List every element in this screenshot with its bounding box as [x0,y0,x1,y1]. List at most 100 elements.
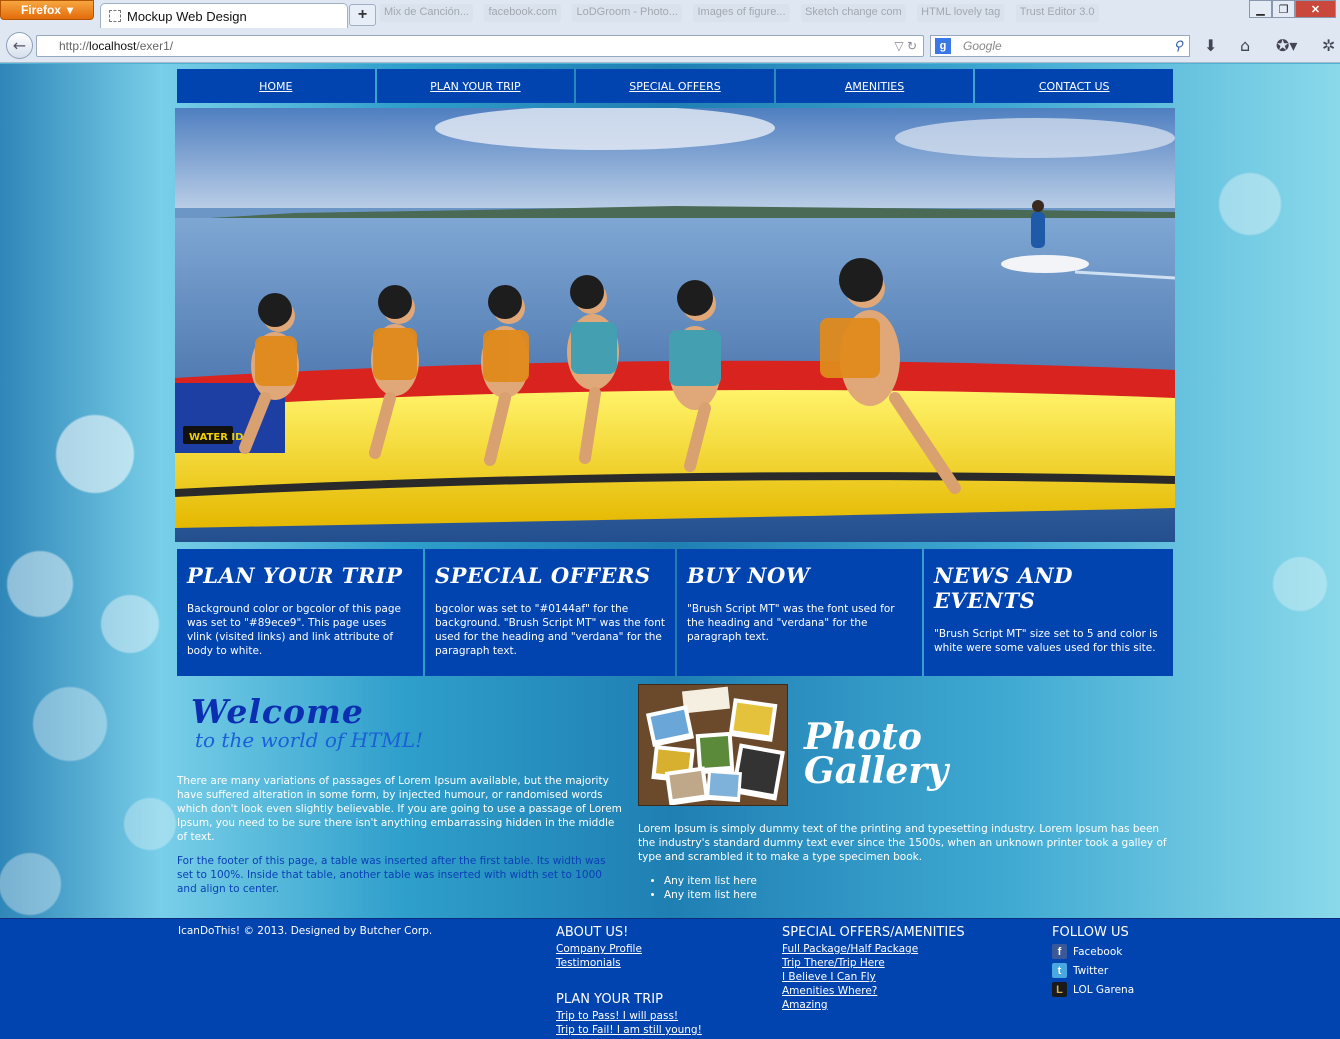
footer-link-trip-to-pass[interactable]: Trip to Pass! I will pass! [556,1009,702,1023]
web-page: HOME PLAN YOUR TRIP SPECIAL OFFERS AMENI… [0,64,1340,1039]
page-favicon-icon [109,10,121,22]
gallery-title-line2: Gallery [804,750,949,792]
gallery-description: Lorem Ipsum is simply dummy text of the … [638,823,1167,863]
background-tab[interactable]: facebook.com [484,4,561,22]
welcome-paragraph: There are many variations of passages of… [177,775,622,843]
background-tab[interactable]: LoDGroom - Photo... [572,4,682,22]
address-bar[interactable]: http://localhost/exer1/ ▽ ↻ [36,35,924,57]
photo-gallery-title: Photo Gallery [804,719,948,789]
box-text: "Brush Script MT" size set to 5 and colo… [934,628,1158,654]
info-boxes: Plan Your Trip Background color or bgcol… [177,549,1173,676]
welcome-heading: Welcome [191,692,364,731]
url-prefix: http:// [59,39,90,53]
social-twitter[interactable]: t Twitter [1052,961,1134,980]
box-title: Plan Your Trip [187,563,403,588]
background-tab[interactable]: Images of figure... [693,4,790,22]
info-box-news-and-events: News and Events "Brush Script MT" size s… [924,549,1173,676]
background-tabs: Mix de Canción... facebook.com LoDGroom … [380,4,1260,24]
url-path: /exer1/ [136,39,174,53]
social-label: Twitter [1073,964,1109,977]
box-text: "Brush Script MT" was the font used for … [687,603,895,643]
footer-heading: FOLLOW US [1052,925,1129,940]
box-title: News and Events [934,563,1073,613]
back-arrow-icon: ← [12,36,27,55]
nav-home[interactable]: HOME [177,69,375,103]
tab-title: Mockup Web Design [127,8,247,24]
footer-link-amazing[interactable]: Amazing [782,998,965,1012]
footer-link-amenities-where[interactable]: Amenities Where? [782,984,965,998]
twitter-icon: t [1052,963,1067,978]
home-icon[interactable]: ⌂ [1240,36,1250,55]
background-tab[interactable]: Sketch change com [801,4,906,22]
footer-note-paragraph: For the footer of this page, a table was… [177,855,606,895]
photo-collage-image [639,685,787,805]
url-tools: ▽ ↻ [894,39,917,53]
info-box-buy-now: Buy Now "Brush Script MT" was the font u… [677,549,922,676]
google-icon[interactable]: g [935,38,951,54]
box-title: Buy Now [687,563,810,588]
background-tab[interactable]: Mix de Canción... [380,4,473,22]
new-tab-button[interactable]: + [349,4,376,26]
footer-heading: ABOUT US! [556,925,629,940]
browser-chrome: Firefox ▾ Mockup Web Design + Mix de Can… [0,0,1340,63]
social-lol-garena[interactable]: L LOL Garena [1052,980,1134,999]
background-tab[interactable]: HTML lovely tag [917,4,1005,22]
top-navigation: HOME PLAN YOUR TRIP SPECIAL OFFERS AMENI… [177,69,1173,103]
box-title: Special Offers [435,563,651,588]
footer-link-trip-there[interactable]: Trip There/Trip Here [782,956,965,970]
firefox-menu-label: Firefox [20,3,61,17]
bookmarks-icon[interactable]: ✪▾ [1276,36,1297,55]
footer-link-full-package[interactable]: Full Package/Half Package [782,942,965,956]
social-label: Facebook [1073,945,1123,958]
info-box-plan-your-trip: Plan Your Trip Background color or bgcol… [177,549,423,676]
footer-heading: SPECIAL OFFERS/AMENITIES [782,925,965,940]
hero-banner-image: WATER ID [175,108,1175,542]
footer-link-i-believe[interactable]: I Believe I Can Fly [782,970,965,984]
info-box-special-offers: Special Offers bgcolor was set to "#0144… [425,549,675,676]
list-item: Any item list here [664,874,757,888]
site-footer: IcanDoThis! © 2013. Designed by Butcher … [0,918,1340,1039]
url-host: localhost [89,39,137,53]
footer-link-trip-to-fail[interactable]: Trip to Fail! I am still young! [556,1023,702,1037]
box-text: Background color or bgcolor of this page… [187,603,401,657]
boat-logo-text: WATER ID [189,432,243,443]
gallery-list: Any item list here Any item list here [664,874,757,902]
facebook-icon: f [1052,944,1067,959]
chevron-down-icon: ▾ [66,3,74,17]
social-label: LOL Garena [1073,983,1135,996]
dropdown-icon[interactable]: ▽ [894,39,903,53]
maximize-button[interactable]: ❐ [1272,0,1295,18]
photo-gallery-thumbnail[interactable] [638,684,788,806]
addon-icon[interactable]: ✲ [1322,36,1335,55]
nav-amenities[interactable]: AMENITIES [775,69,974,103]
new-tab-label: + [357,6,368,23]
background-tab[interactable]: Trust Editor 3.0 [1015,4,1099,22]
active-tab[interactable]: Mockup Web Design [100,3,348,28]
back-button[interactable]: ← [6,32,33,59]
footer-col-follow: FOLLOW US f Facebook t Twitter L LOL Gar… [1052,925,1134,999]
minimize-button[interactable]: ▁ [1249,0,1272,18]
search-placeholder: Google [963,39,1002,53]
list-item: Any item list here [664,888,757,902]
lol-garena-icon: L [1052,982,1067,997]
nav-special-offers[interactable]: SPECIAL OFFERS [576,69,774,103]
box-text: bgcolor was set to "#0144af" for the bac… [435,603,665,657]
social-facebook[interactable]: f Facebook [1052,942,1134,961]
copyright-text: IcanDoThis! © 2013. Designed by Butcher … [178,925,433,937]
nav-plan-your-trip[interactable]: PLAN YOUR TRIP [376,69,575,103]
search-box[interactable]: g Google ⚲ [930,35,1190,57]
navigation-toolbar: ← http://localhost/exer1/ ▽ ↻ g Google ⚲… [0,30,1340,63]
download-icon[interactable]: ⬇ [1204,36,1217,55]
nav-contact-us[interactable]: CONTACT US [975,69,1173,103]
reload-icon[interactable]: ↻ [907,39,917,53]
firefox-menu-button[interactable]: Firefox ▾ [0,0,94,20]
footer-heading: PLAN YOUR TRIP [556,992,663,1007]
banana-boat-photo: WATER ID [175,108,1175,542]
search-icon[interactable]: ⚲ [1173,38,1183,54]
footer-col-about: ABOUT US! Company Profile Testimonials P… [556,925,702,1037]
footer-link-company-profile[interactable]: Company Profile [556,942,702,956]
window-controls: ▁ ❐ ✕ [1249,0,1336,18]
close-button[interactable]: ✕ [1295,0,1336,18]
footer-link-testimonials[interactable]: Testimonials [556,956,702,970]
